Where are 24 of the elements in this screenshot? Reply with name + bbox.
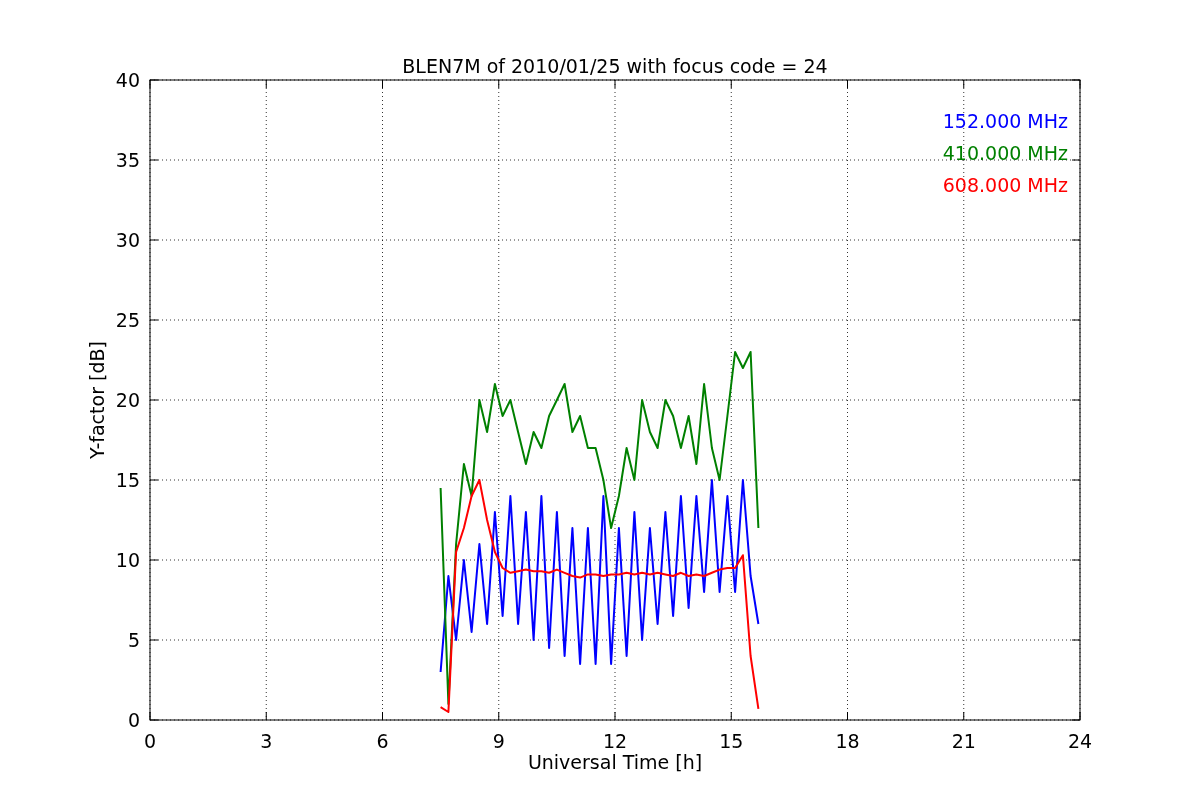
- y-tick-label: 15: [115, 469, 140, 491]
- legend-label: 152.000 MHz: [942, 110, 1068, 132]
- x-tick-label: 3: [260, 730, 273, 752]
- legend-label: 608.000 MHz: [942, 174, 1068, 196]
- y-tick-label: 25: [115, 309, 140, 331]
- x-tick-label: 15: [719, 730, 744, 752]
- x-tick-label: 24: [1067, 730, 1093, 752]
- x-tick-label: 21: [951, 730, 976, 752]
- y-tick-label: 20: [115, 389, 140, 411]
- y-tick-label: 30: [115, 229, 140, 251]
- x-axis-label: Universal Time [h]: [527, 751, 703, 773]
- y-tick-label: 0: [127, 709, 140, 731]
- y-tick-label: 35: [115, 149, 140, 171]
- x-tick-label: 9: [492, 730, 505, 752]
- y-axis-label: Y-factor [dB]: [86, 341, 108, 459]
- x-tick-label: 18: [835, 730, 860, 752]
- x-tick-label: 12: [602, 730, 628, 752]
- legend-label: 410.000 MHz: [942, 142, 1068, 164]
- y-tick-label: 5: [127, 629, 140, 651]
- x-tick-label: 0: [143, 730, 157, 752]
- chart-title: BLEN7M of 2010/01/25 with focus code = 24: [402, 55, 828, 77]
- x-tick-label: 6: [376, 730, 389, 752]
- y-tick-label: 10: [115, 549, 140, 571]
- y-tick-label: 40: [115, 69, 140, 91]
